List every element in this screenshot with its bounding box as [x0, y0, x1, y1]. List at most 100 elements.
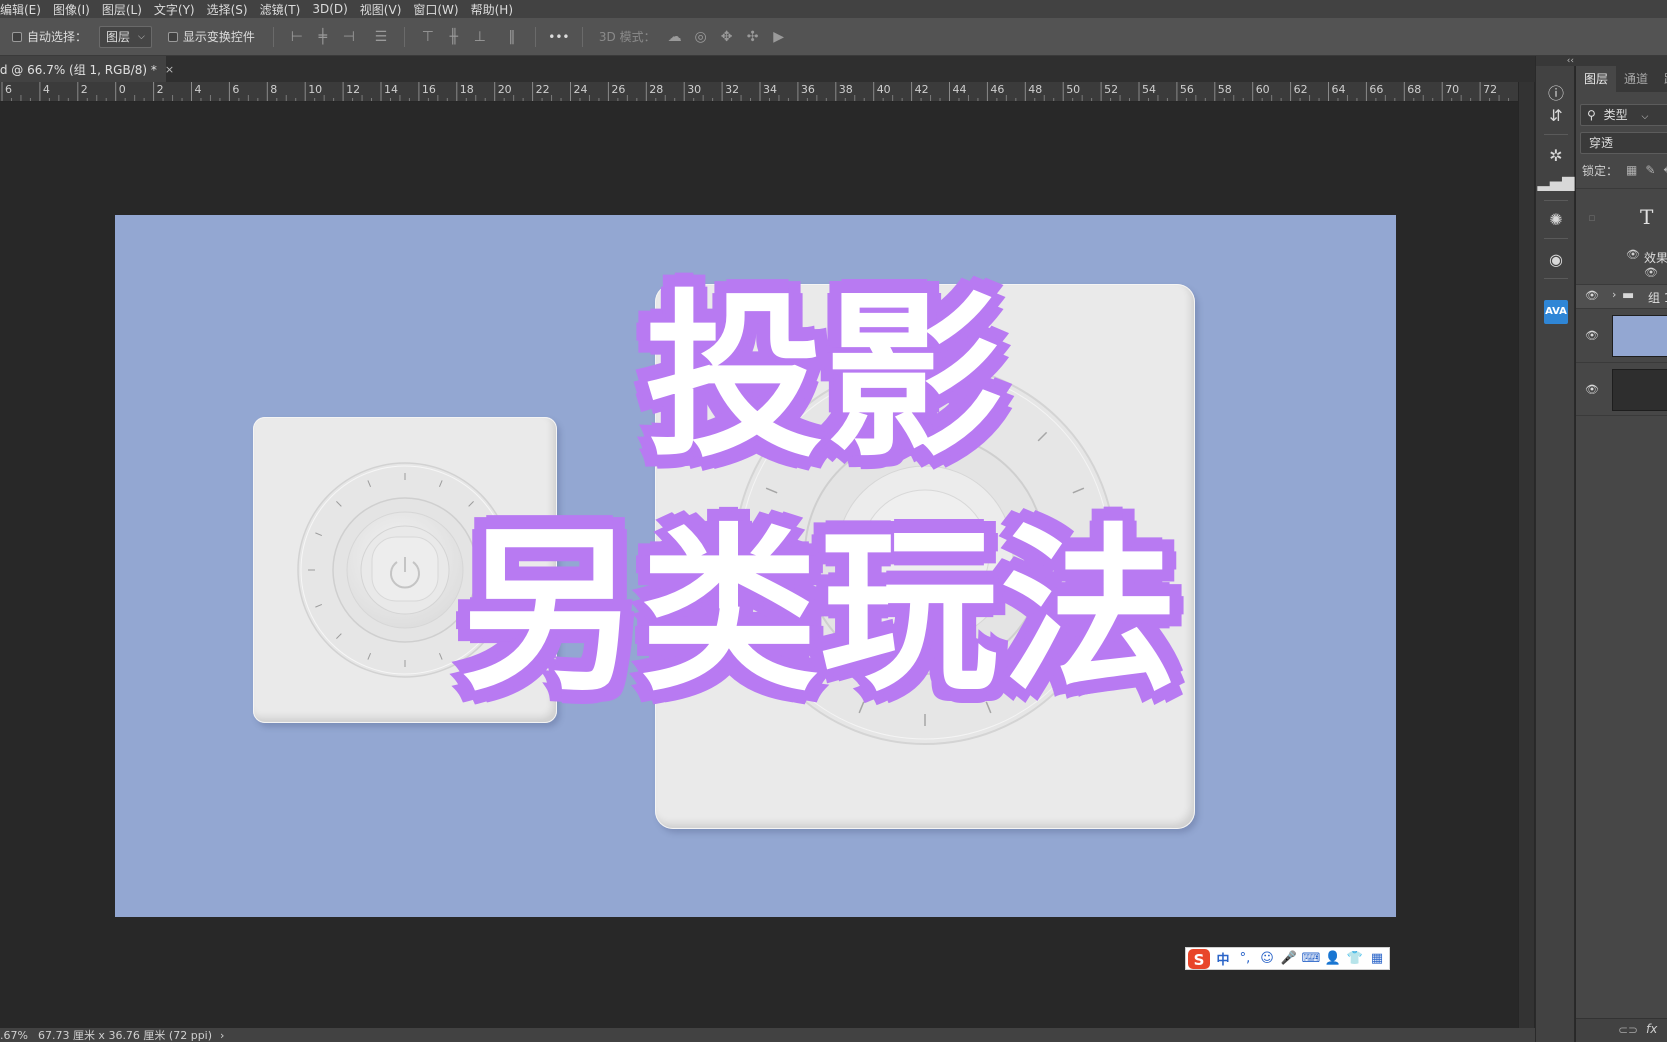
- histogram-icon[interactable]: ▂▄▆: [1536, 172, 1576, 191]
- layer-thumbnail: [1612, 315, 1667, 357]
- 3d-orbit-icon[interactable]: ☁: [662, 29, 688, 45]
- ruler-label: 14: [384, 83, 398, 96]
- artboard[interactable]: 投影 另类玩法: [115, 215, 1396, 917]
- lock-transparent-icon[interactable]: ▦: [1626, 163, 1637, 177]
- ime-toolbar[interactable]: S 中 °, ☺ 🎤 ⌨ 👤 👕 ▦: [1185, 947, 1390, 970]
- sogou-logo-icon[interactable]: S: [1186, 947, 1212, 970]
- eye-icon[interactable]: 👁: [1584, 383, 1600, 396]
- ruler-label: 42: [915, 83, 929, 96]
- layer-filter-value: 类型: [1603, 108, 1628, 122]
- properties-icon[interactable]: ⇵: [1536, 106, 1576, 125]
- align-middle-v-icon[interactable]: ╫: [441, 29, 467, 45]
- layer-effects-row[interactable]: 👁 效果: [1576, 248, 1667, 266]
- show-transform-group[interactable]: 显示变换控件: [167, 28, 255, 45]
- group-layer-name: 组 1: [1648, 291, 1667, 305]
- menu-3d[interactable]: 3D(D): [306, 2, 353, 16]
- eye-icon[interactable]: 👁: [1644, 266, 1658, 279]
- show-transform-checkbox[interactable]: [167, 31, 178, 42]
- lock-image-icon[interactable]: ✎: [1645, 163, 1655, 177]
- fx-button[interactable]: fx: [1646, 1022, 1657, 1036]
- link-layers-icon[interactable]: ⊂⊃: [1618, 1023, 1638, 1037]
- ime-punctuation-icon[interactable]: °,: [1234, 951, 1256, 966]
- visibility-toggle-empty[interactable]: ▫: [1584, 211, 1600, 224]
- document-tab[interactable]: psd @ 66.7% (组 1, RGB/8) * ×: [0, 56, 174, 82]
- layer-row-text[interactable]: ▫ T: [1576, 188, 1667, 248]
- folder-icon: ▬: [1622, 288, 1635, 303]
- more-options-icon[interactable]: •••: [546, 30, 572, 44]
- menu-filter[interactable]: 滤镜(T): [254, 1, 307, 18]
- divider: [272, 26, 274, 47]
- tab-layers[interactable]: 图层: [1576, 66, 1617, 92]
- photoshop-window: 编辑(E) 图像(I) 图层(L) 文字(Y) 选择(S) 滤镜(T) 3D(D…: [0, 0, 1667, 1042]
- brush-settings-icon[interactable]: ✺: [1536, 210, 1576, 229]
- auto-select-checkbox[interactable]: [12, 31, 22, 42]
- auto-select-target-dropdown[interactable]: 图层 ⌵: [99, 25, 152, 48]
- menu-view[interactable]: 视图(V): [354, 1, 408, 18]
- vertical-scrollbar[interactable]: [1518, 82, 1534, 1028]
- zoom-level[interactable]: 66.67%: [0, 1029, 28, 1042]
- 3d-slide-icon[interactable]: ✣: [740, 29, 766, 45]
- align-right-icon[interactable]: ⊣: [336, 29, 362, 45]
- eye-icon[interactable]: 👁: [1584, 329, 1600, 342]
- ruler-label: 50: [1066, 83, 1080, 96]
- ime-language-toggle[interactable]: 中: [1212, 949, 1234, 968]
- layer-row-background[interactable]: 👁: [1576, 362, 1667, 416]
- align-center-h-icon[interactable]: ╪: [310, 29, 336, 45]
- layer-row-group[interactable]: 👁 › ▬ 组 1: [1576, 284, 1667, 308]
- menu-help[interactable]: 帮助(H): [465, 1, 519, 18]
- adjustments-icon[interactable]: ✲: [1536, 146, 1576, 165]
- close-icon[interactable]: ×: [165, 63, 174, 76]
- align-bottom-icon[interactable]: ⊥: [467, 29, 493, 45]
- tab-channels[interactable]: 通道: [1616, 66, 1656, 92]
- eye-icon[interactable]: 👁: [1626, 248, 1640, 261]
- ruler-label: 46: [990, 83, 1004, 96]
- ruler-label: 72: [1483, 83, 1497, 96]
- menu-image[interactable]: 图像(I): [47, 1, 96, 18]
- ime-keyboard-icon[interactable]: ⌨: [1300, 951, 1322, 966]
- document-size: 67.73 厘米 x 36.76 厘米 (72 ppi): [37, 1029, 213, 1042]
- ime-skin-icon[interactable]: 👕: [1344, 951, 1366, 966]
- distribute-vertical-icon[interactable]: ‖: [499, 29, 525, 45]
- tab-paths[interactable]: 路径: [1656, 66, 1667, 92]
- text-layer-icon: T: [1640, 205, 1654, 229]
- ime-emoji-icon[interactable]: ☺: [1256, 951, 1278, 966]
- 3d-roll-icon[interactable]: ◎: [688, 29, 714, 45]
- document-tab-title: psd @ 66.7% (组 1, RGB/8) *: [0, 62, 157, 77]
- chevron-right-icon[interactable]: ›: [1612, 288, 1616, 301]
- character-icon[interactable]: ◉: [1536, 250, 1576, 269]
- ime-voice-icon[interactable]: 🎤: [1278, 951, 1300, 966]
- align-top-icon[interactable]: ⊤: [415, 29, 441, 45]
- status-arrow-icon[interactable]: ›: [220, 1029, 224, 1042]
- ruler-label: 64: [1332, 83, 1346, 96]
- horizontal-ruler[interactable]: 6 4 2 0 2 4 6 8 10 12 14 16 18 20 22 24 26 28 30 32 34 36 38 40…: [0, 82, 1518, 102]
- ruler-label: 62: [1294, 83, 1308, 96]
- ime-toolbox-icon[interactable]: ▦: [1366, 951, 1388, 966]
- collapse-panels-icon[interactable]: ‹‹: [1536, 56, 1576, 66]
- layer-filter-dropdown[interactable]: ⚲ 类型 ⌵: [1580, 104, 1667, 126]
- ava-plugin-icon[interactable]: AVA: [1544, 300, 1568, 324]
- menu-bar: 编辑(E) 图像(I) 图层(L) 文字(Y) 选择(S) 滤镜(T) 3D(D…: [0, 0, 1667, 18]
- align-left-icon[interactable]: ⊢: [284, 29, 310, 45]
- menu-select[interactable]: 选择(S): [201, 1, 254, 18]
- menu-edit[interactable]: 编辑(E): [0, 1, 47, 18]
- layer-effect-item[interactable]: 👁: [1576, 266, 1667, 282]
- auto-select-group[interactable]: 自动选择：: [12, 28, 87, 45]
- 3d-camera-icon[interactable]: ▶: [766, 29, 792, 45]
- ime-user-icon[interactable]: 👤: [1322, 951, 1344, 966]
- eye-icon[interactable]: 👁: [1584, 289, 1600, 302]
- canvas-area[interactable]: 投影 另类玩法: [0, 102, 1518, 1028]
- distribute-horizontal-icon[interactable]: ☰: [368, 29, 394, 45]
- info-icon[interactable]: ⓘ: [1536, 80, 1576, 104]
- layer-row-fill[interactable]: 👁: [1576, 308, 1667, 362]
- menu-layer[interactable]: 图层(L): [96, 1, 148, 18]
- blend-mode-dropdown[interactable]: 穿透: [1580, 132, 1667, 154]
- menu-window[interactable]: 窗口(W): [407, 1, 464, 18]
- ruler-label: 6: [232, 83, 239, 96]
- lock-position-icon[interactable]: ✥: [1663, 163, 1667, 177]
- divider: [1544, 134, 1568, 135]
- blend-mode-value: 穿透: [1589, 136, 1614, 150]
- menu-type[interactable]: 文字(Y): [148, 1, 201, 18]
- ruler-label: 70: [1445, 83, 1459, 96]
- divider: [1544, 200, 1568, 201]
- 3d-pan-icon[interactable]: ✥: [714, 29, 740, 45]
